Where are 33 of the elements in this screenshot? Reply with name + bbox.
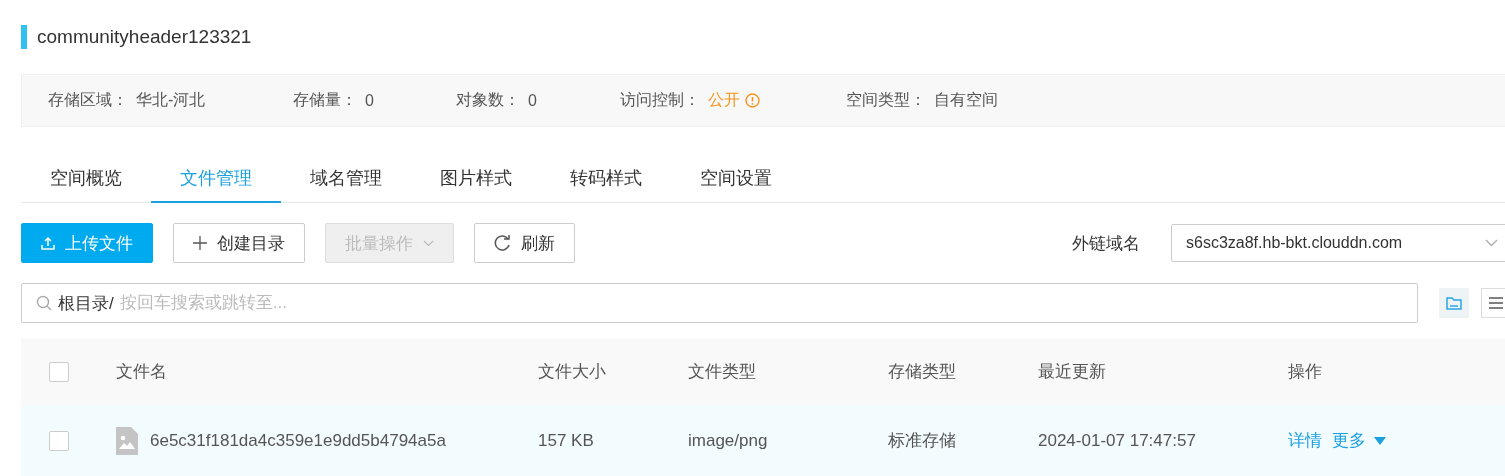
info-value: 公开 xyxy=(708,90,740,110)
table-cell-text: image/png xyxy=(688,430,769,451)
tab[interactable]: 空间设置 xyxy=(671,154,801,203)
path-prefix: 根目录/ xyxy=(58,292,114,315)
info-label: 对象数： xyxy=(456,90,520,110)
info-value: 0 xyxy=(365,91,374,110)
column-header: 文件大小 xyxy=(538,361,607,383)
column-header: 存储类型 xyxy=(888,361,957,383)
info-label: 访问控制： xyxy=(620,90,700,110)
tab[interactable]: 图片样式 xyxy=(411,154,541,203)
domain-label: 外链域名 xyxy=(1072,232,1140,255)
info-label: 空间类型： xyxy=(846,90,926,110)
info-label: 存储区域： xyxy=(48,90,128,110)
tab[interactable]: 域名管理 xyxy=(281,154,411,203)
info-value: 自有空间 xyxy=(934,90,998,110)
info-value: 华北-河北 xyxy=(136,90,206,110)
column-header: 文件名 xyxy=(116,361,168,383)
tab[interactable]: 空间概览 xyxy=(21,154,151,203)
file-name: 6e5c31f181da4c359e1e9dd5b4794a5a xyxy=(150,430,446,451)
info-label: 存储量： xyxy=(293,90,357,110)
table-cell-text: 157 KB xyxy=(538,430,595,451)
domain-select[interactable]: s6sc3za8f.hb-bkt.clouddn.com xyxy=(1171,224,1505,262)
column-header: 最近更新 xyxy=(1038,361,1107,383)
refresh-button[interactable]: 刷新 xyxy=(474,223,575,263)
tab[interactable]: 转码样式 xyxy=(541,154,671,203)
bucket-title: communityheader123321 xyxy=(37,26,252,48)
column-header: 文件类型 xyxy=(688,361,757,383)
create-folder-button[interactable]: 创建目录 xyxy=(173,223,305,263)
search-field[interactable]: 根目录/ 按回车搜索或跳转至... xyxy=(21,283,1419,323)
table-cell-text: 标准存储 xyxy=(888,430,957,452)
table-cell-text: 2024-01-07 17:47:57 xyxy=(1038,430,1197,451)
column-header: 操作 xyxy=(1288,361,1323,383)
info-value: 0 xyxy=(528,91,537,110)
